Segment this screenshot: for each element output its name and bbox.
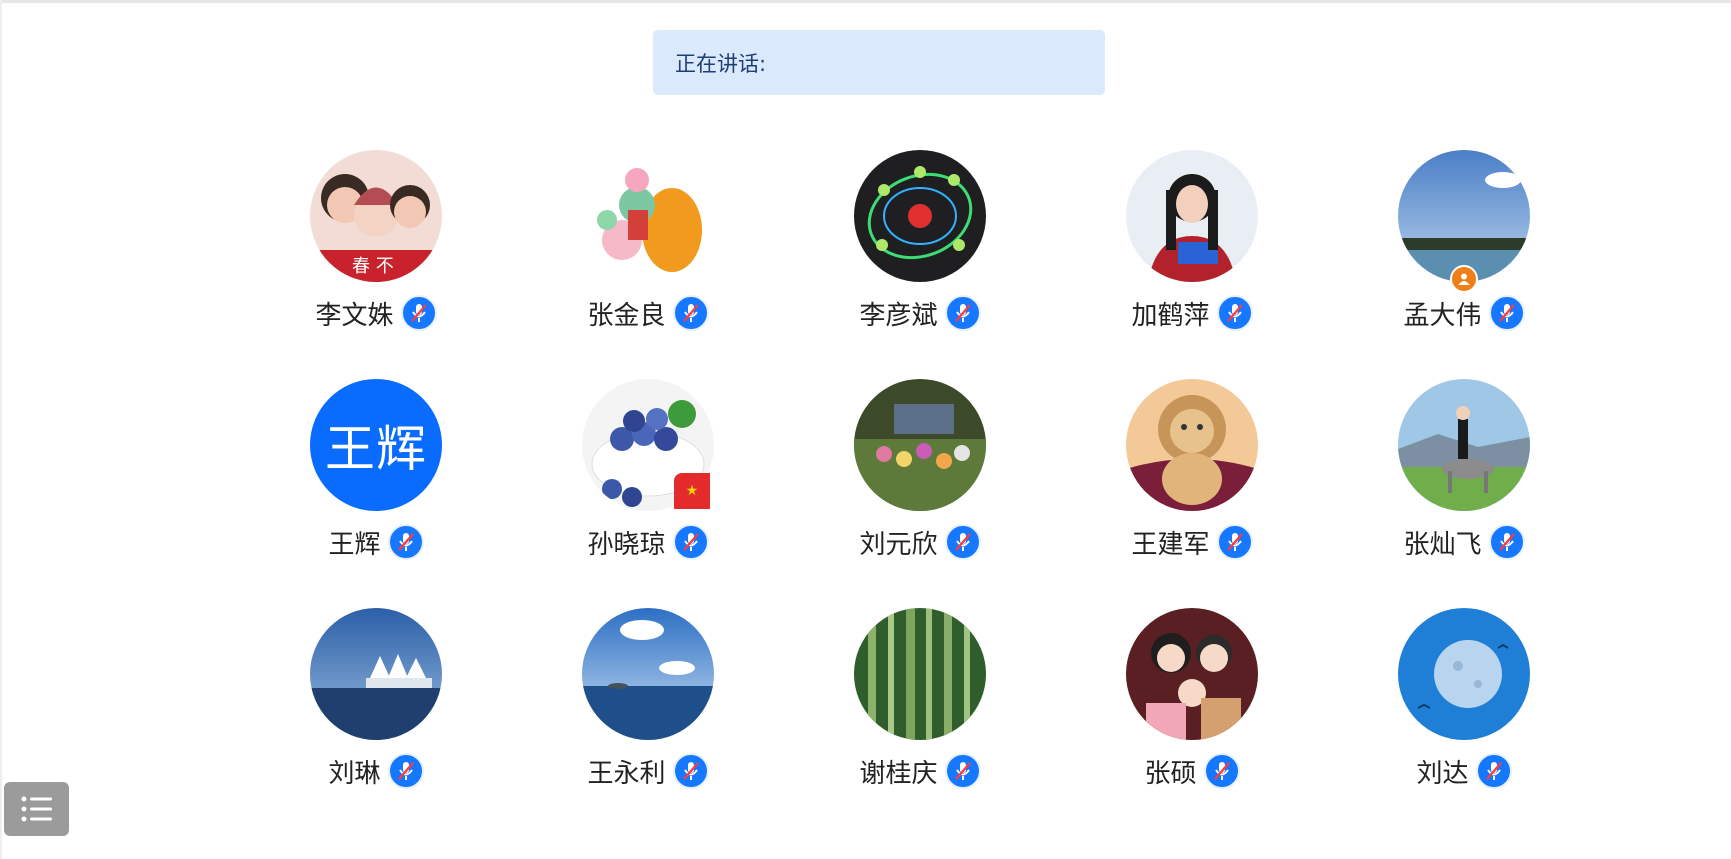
participant-tile[interactable]: 王永利 bbox=[512, 608, 784, 837]
host-badge-icon bbox=[1450, 265, 1478, 293]
list-menu-icon bbox=[21, 796, 52, 822]
participant-name: 王永利 bbox=[587, 758, 666, 789]
svg-text:春 不: 春 不 bbox=[352, 256, 394, 277]
avatar bbox=[854, 150, 986, 282]
mic-muted-icon[interactable] bbox=[400, 295, 437, 331]
top-border bbox=[0, 0, 1731, 3]
avatar bbox=[1126, 150, 1258, 282]
participant-name: 李彦斌 bbox=[859, 300, 938, 331]
participant-tile[interactable]: 张硕 bbox=[1056, 608, 1328, 837]
left-border bbox=[0, 0, 2, 859]
participant-tile[interactable]: 刘达 bbox=[1328, 608, 1600, 837]
participant-tile[interactable]: 加鹤萍 bbox=[1056, 150, 1328, 379]
mic-muted-icon[interactable] bbox=[672, 524, 709, 560]
avatar: 王辉 bbox=[310, 379, 442, 511]
avatar bbox=[1398, 150, 1530, 282]
participant-tile[interactable]: 王辉 王辉 bbox=[240, 379, 512, 608]
avatar-initials: 王辉 bbox=[325, 420, 427, 478]
participant-name: 刘达 bbox=[1416, 758, 1469, 789]
participant-name: 刘琳 bbox=[328, 758, 381, 789]
participant-grid: 春 不 李文姝 张金良 李彦斌 加鹤萍 孟大伟 王辉 王辉 ★ 孙晓琼 刘元欣 … bbox=[240, 150, 1530, 837]
participant-name: 孟大伟 bbox=[1403, 300, 1482, 331]
mic-muted-icon[interactable] bbox=[1488, 524, 1525, 560]
participant-name: 谢桂庆 bbox=[859, 758, 938, 789]
participant-name: 王建军 bbox=[1131, 529, 1210, 560]
avatar bbox=[582, 608, 714, 740]
mic-muted-icon[interactable] bbox=[387, 524, 424, 560]
participant-tile[interactable]: 刘琳 bbox=[240, 608, 512, 837]
participant-name: 李文姝 bbox=[315, 300, 394, 331]
avatar: 春 不 bbox=[310, 150, 442, 282]
mic-muted-icon[interactable] bbox=[944, 524, 981, 560]
participant-name: 张硕 bbox=[1144, 758, 1197, 789]
speaking-indicator: 正在讲话: bbox=[653, 30, 1105, 95]
avatar bbox=[582, 150, 714, 282]
mic-muted-icon[interactable] bbox=[1203, 753, 1240, 789]
speaking-label: 正在讲话: bbox=[675, 51, 767, 76]
mic-muted-icon[interactable] bbox=[672, 295, 709, 331]
participant-name: 刘元欣 bbox=[859, 529, 938, 560]
avatar bbox=[310, 608, 442, 740]
participant-name: 王辉 bbox=[328, 529, 381, 560]
mic-muted-icon[interactable] bbox=[1216, 295, 1253, 331]
mic-muted-icon[interactable] bbox=[944, 753, 981, 789]
avatar bbox=[1398, 379, 1530, 511]
list-menu-button[interactable] bbox=[4, 782, 69, 836]
china-flag-icon: ★ bbox=[674, 473, 710, 509]
avatar bbox=[1398, 608, 1530, 740]
participant-name: 张灿飞 bbox=[1403, 529, 1482, 560]
mic-muted-icon[interactable] bbox=[672, 753, 709, 789]
participant-name: 孙晓琼 bbox=[587, 529, 666, 560]
participant-tile[interactable]: 刘元欣 bbox=[784, 379, 1056, 608]
participant-tile[interactable]: ★ 孙晓琼 bbox=[512, 379, 784, 608]
participant-tile[interactable]: 王建军 bbox=[1056, 379, 1328, 608]
participant-tile[interactable]: 谢桂庆 bbox=[784, 608, 1056, 837]
mic-muted-icon[interactable] bbox=[944, 295, 981, 331]
participant-name: 加鹤萍 bbox=[1131, 300, 1210, 331]
avatar bbox=[1126, 379, 1258, 511]
participant-tile[interactable]: 张金良 bbox=[512, 150, 784, 379]
mic-muted-icon[interactable] bbox=[1475, 753, 1512, 789]
avatar bbox=[854, 379, 986, 511]
participant-tile[interactable]: 孟大伟 bbox=[1328, 150, 1600, 379]
participant-tile[interactable]: 张灿飞 bbox=[1328, 379, 1600, 608]
participant-tile[interactable]: 李彦斌 bbox=[784, 150, 1056, 379]
mic-muted-icon[interactable] bbox=[387, 753, 424, 789]
avatar bbox=[854, 608, 986, 740]
participant-tile[interactable]: 春 不 李文姝 bbox=[240, 150, 512, 379]
mic-muted-icon[interactable] bbox=[1216, 524, 1253, 560]
participant-name: 张金良 bbox=[587, 300, 666, 331]
mic-muted-icon[interactable] bbox=[1488, 295, 1525, 331]
avatar bbox=[1126, 608, 1258, 740]
